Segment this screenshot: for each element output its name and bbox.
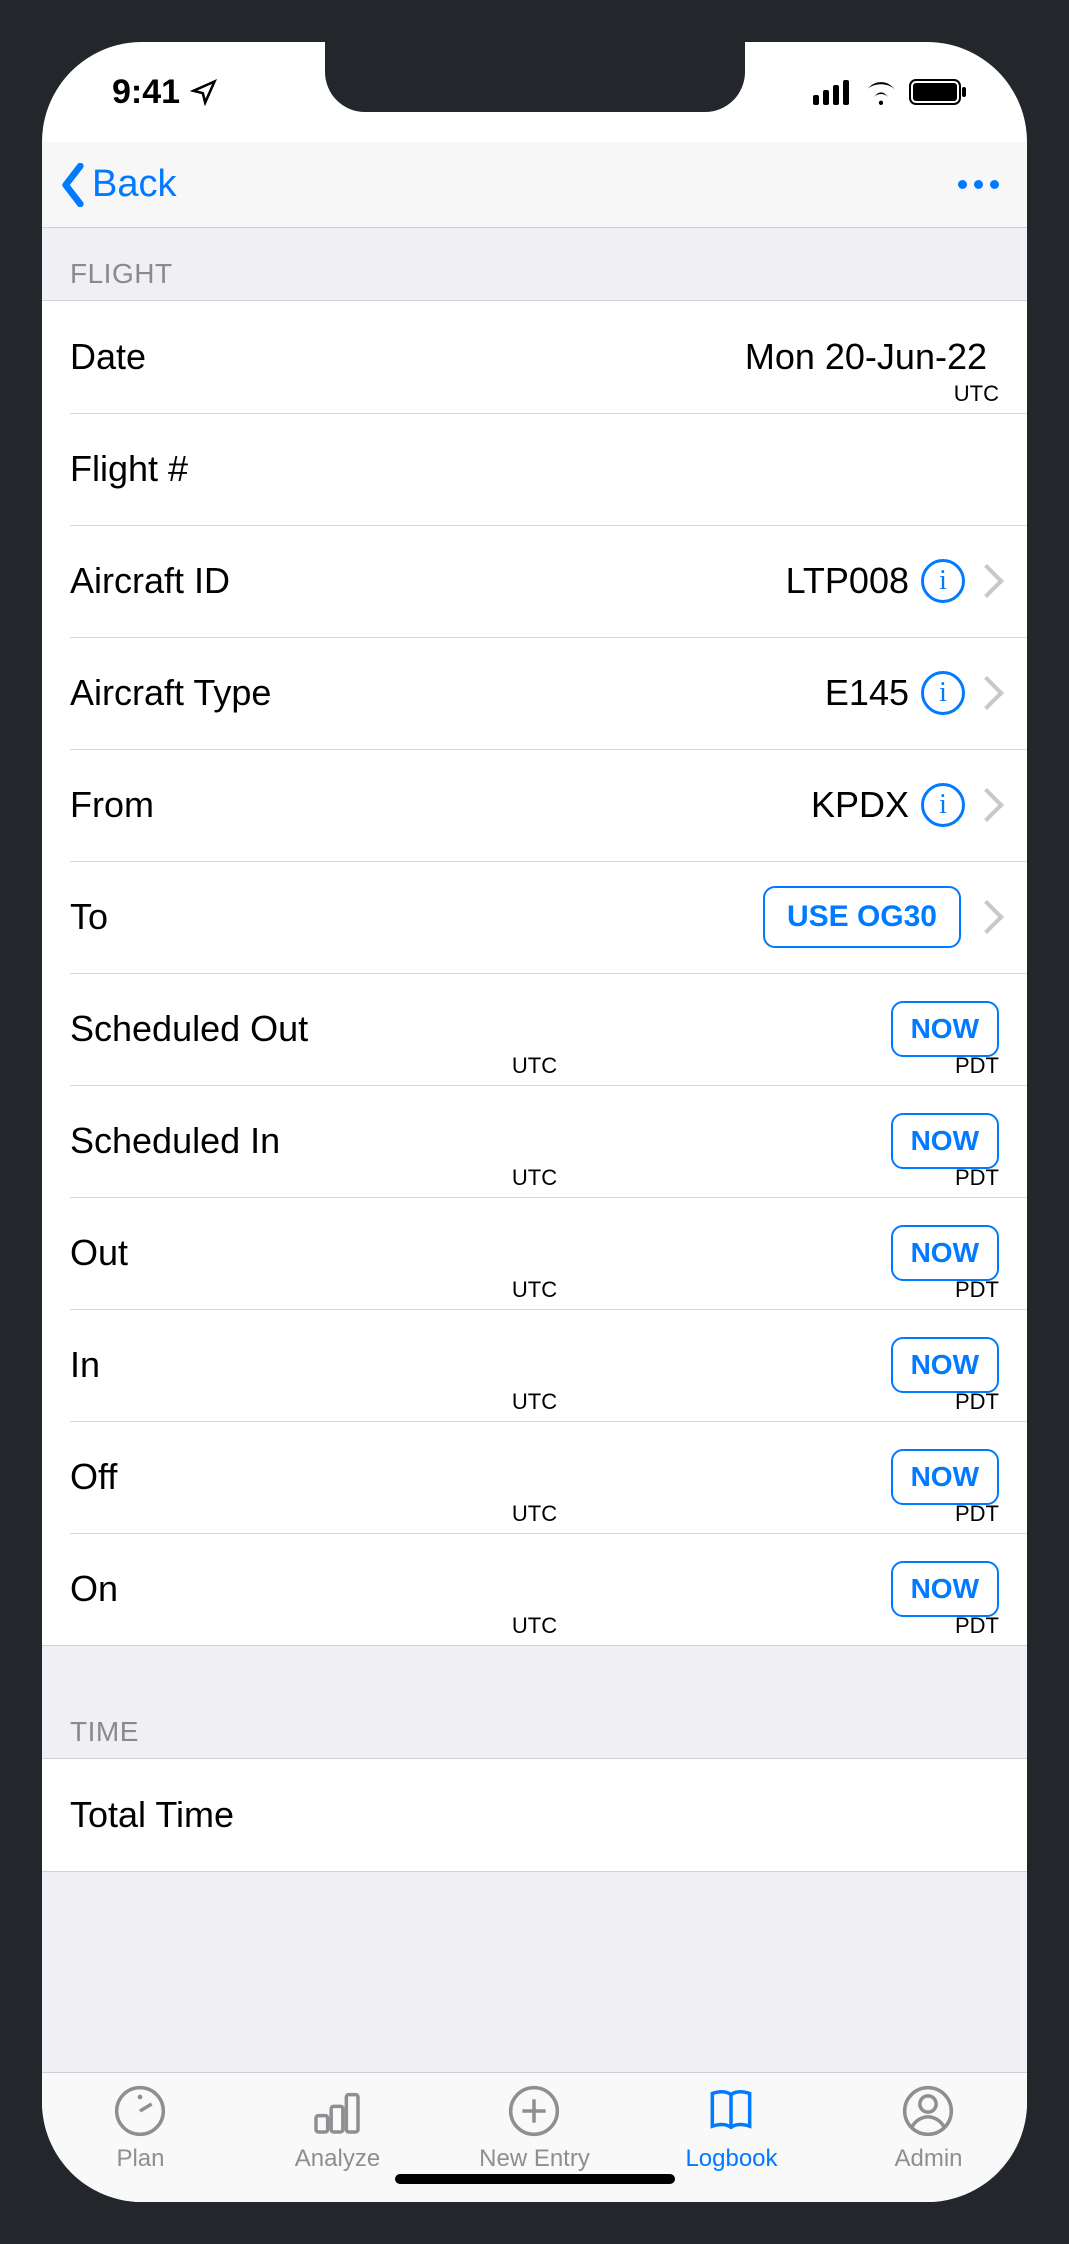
bars-icon — [309, 2083, 365, 2139]
sub-utc: UTC — [512, 1277, 557, 1303]
row-scheduled-in[interactable]: Scheduled In NOW UTC PDT — [42, 1085, 1027, 1197]
row-total-time[interactable]: Total Time — [42, 1759, 1027, 1871]
sub-pdt: PDT — [955, 1165, 999, 1191]
row-aircraft-id[interactable]: Aircraft ID LTP008 i — [42, 525, 1027, 637]
label-total-time: Total Time — [70, 1794, 234, 1836]
label-from: From — [70, 784, 154, 826]
use-og30-button[interactable]: USE OG30 — [763, 886, 961, 948]
value-from: KPDX — [811, 784, 909, 826]
plus-circle-icon — [506, 2083, 562, 2139]
sub-utc: UTC — [512, 1613, 557, 1639]
now-button[interactable]: NOW — [891, 1001, 999, 1057]
row-to[interactable]: To USE OG30 — [42, 861, 1027, 973]
sub-utc: UTC — [512, 1053, 557, 1079]
sub-pdt: PDT — [955, 1277, 999, 1303]
row-from[interactable]: From KPDX i — [42, 749, 1027, 861]
label-in: In — [70, 1344, 100, 1386]
tab-logbook[interactable]: Logbook — [638, 2083, 825, 2173]
user-circle-icon — [900, 2083, 956, 2139]
label-to: To — [70, 896, 108, 938]
now-button[interactable]: NOW — [891, 1225, 999, 1281]
value-aircraft-id: LTP008 — [786, 560, 909, 602]
label-aircraft-id: Aircraft ID — [70, 560, 230, 602]
now-button[interactable]: NOW — [891, 1561, 999, 1617]
tab-label: Analyze — [295, 2145, 380, 2173]
row-out[interactable]: Out NOW UTC PDT — [42, 1197, 1027, 1309]
tab-label: Plan — [116, 2145, 164, 2173]
label-flight-no: Flight # — [70, 448, 188, 490]
label-out: Out — [70, 1232, 128, 1274]
sub-pdt: PDT — [955, 1053, 999, 1079]
chevron-left-icon — [58, 163, 88, 207]
section-header-time: Time — [42, 1646, 1027, 1758]
sub-utc: UTC — [512, 1389, 557, 1415]
time-list: Total Time — [42, 1758, 1027, 1872]
info-icon[interactable]: i — [921, 671, 965, 715]
home-indicator — [395, 2174, 675, 2184]
row-date[interactable]: Date Mon 20-Jun-22 UTC — [42, 301, 1027, 413]
tab-new-entry[interactable]: New Entry — [441, 2083, 628, 2173]
tab-plan[interactable]: Plan — [47, 2083, 234, 2173]
tab-label: Admin — [894, 2145, 962, 2173]
sub-utc: UTC — [512, 1501, 557, 1527]
sub-pdt: PDT — [955, 1501, 999, 1527]
chevron-right-icon — [970, 788, 1004, 822]
section-header-flight: Flight — [42, 228, 1027, 300]
row-aircraft-type[interactable]: Aircraft Type E145 i — [42, 637, 1027, 749]
value-aircraft-type: E145 — [825, 672, 909, 714]
sub-pdt: PDT — [955, 1389, 999, 1415]
cellular-icon — [813, 79, 853, 105]
row-scheduled-out[interactable]: Scheduled Out NOW UTC PDT — [42, 973, 1027, 1085]
status-time: 9:41 — [112, 73, 180, 112]
tab-admin[interactable]: Admin — [835, 2083, 1022, 2173]
chevron-right-icon — [970, 900, 1004, 934]
sub-utc: UTC — [512, 1165, 557, 1191]
tab-label: Logbook — [685, 2145, 777, 2173]
row-in[interactable]: In NOW UTC PDT — [42, 1309, 1027, 1421]
battery-icon — [909, 79, 967, 105]
book-icon — [703, 2083, 759, 2139]
back-label: Back — [92, 163, 176, 206]
info-icon[interactable]: i — [921, 783, 965, 827]
label-off: Off — [70, 1456, 117, 1498]
flight-list: Date Mon 20-Jun-22 UTC Flight # Aircraft… — [42, 300, 1027, 1646]
label-on: On — [70, 1568, 118, 1610]
sub-pdt: PDT — [955, 1613, 999, 1639]
row-on[interactable]: On NOW UTC PDT — [42, 1533, 1027, 1645]
row-flight-no[interactable]: Flight # — [42, 413, 1027, 525]
nav-bar: Back — [42, 142, 1027, 228]
more-button[interactable] — [958, 180, 999, 189]
info-icon[interactable]: i — [921, 559, 965, 603]
now-button[interactable]: NOW — [891, 1449, 999, 1505]
sub-date: UTC — [954, 381, 999, 407]
wifi-icon — [863, 79, 899, 105]
chevron-right-icon — [970, 676, 1004, 710]
label-scheduled-in: Scheduled In — [70, 1120, 280, 1162]
location-icon — [190, 78, 218, 106]
label-aircraft-type: Aircraft Type — [70, 672, 271, 714]
row-off[interactable]: Off NOW UTC PDT — [42, 1421, 1027, 1533]
tab-analyze[interactable]: Analyze — [244, 2083, 431, 2173]
now-button[interactable]: NOW — [891, 1113, 999, 1169]
tab-label: New Entry — [479, 2145, 590, 2173]
label-scheduled-out: Scheduled Out — [70, 1008, 308, 1050]
label-date: Date — [70, 336, 146, 378]
back-button[interactable]: Back — [58, 163, 176, 207]
now-button[interactable]: NOW — [891, 1337, 999, 1393]
chevron-right-icon — [970, 564, 1004, 598]
value-date: Mon 20-Jun-22 — [745, 336, 987, 378]
content-scroll[interactable]: Flight Date Mon 20-Jun-22 UTC Flight # A… — [42, 228, 1027, 2072]
gauge-icon — [112, 2083, 168, 2139]
